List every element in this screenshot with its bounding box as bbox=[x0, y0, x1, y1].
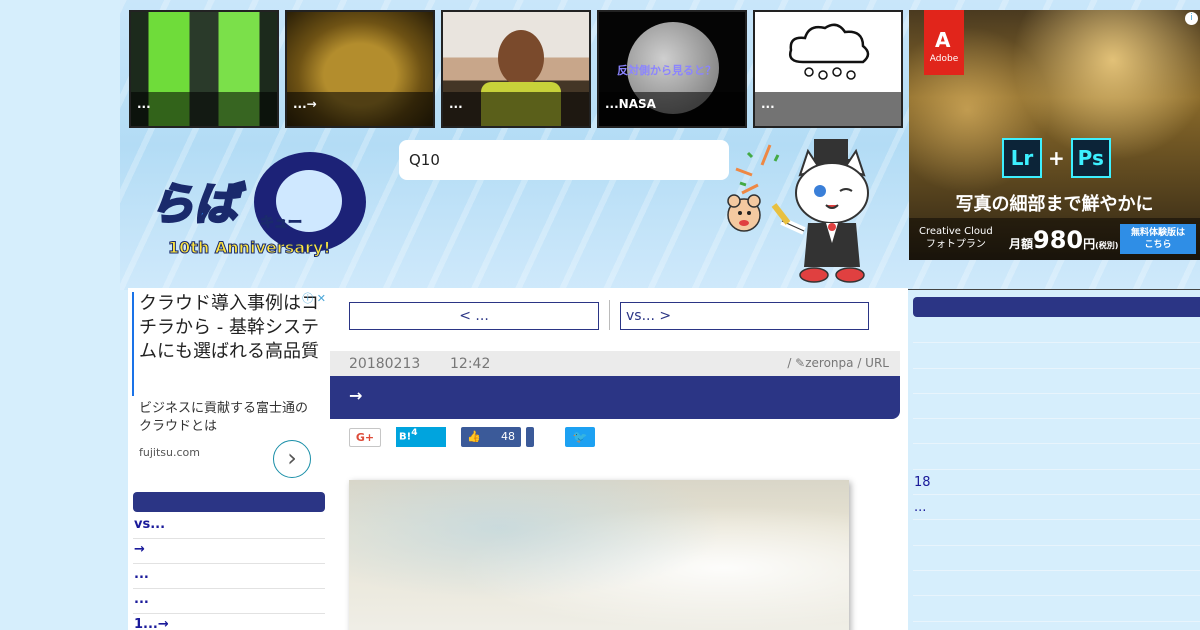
thumbnail-strip: ... ...→ ... 反対側から見ると？ ...NASA ... bbox=[129, 10, 903, 128]
article-title: → bbox=[330, 376, 900, 419]
thumbnail-4[interactable]: 反対側から見ると？ ...NASA bbox=[597, 10, 747, 128]
thumbnail-2[interactable]: ...→ bbox=[285, 10, 435, 128]
thumbnail-overlay-text: 反対側から見ると？ bbox=[617, 64, 716, 77]
sidebar-item[interactable]: 1...→ bbox=[133, 614, 325, 630]
thumbnail-caption: ...NASA bbox=[599, 92, 745, 126]
thumbnail-figure bbox=[498, 30, 544, 86]
prev-article-link[interactable]: < ... bbox=[349, 302, 599, 330]
article-date: 20180213 bbox=[349, 356, 421, 372]
twitter-share-button[interactable]: 🐦 bbox=[565, 427, 595, 447]
plus-icon: + bbox=[1048, 146, 1065, 170]
ad-accent-bar bbox=[132, 292, 134, 396]
right-sidebar-item[interactable] bbox=[913, 596, 1200, 622]
logo-q-mark bbox=[254, 152, 366, 252]
article: < ... vs... > 20180213 12:42 / ✎zeronpa … bbox=[330, 288, 908, 630]
article-author[interactable]: / ✎zeronpa / URL bbox=[787, 356, 889, 370]
logo-kyu-text: キュー bbox=[260, 215, 303, 232]
sidebar-item[interactable]: ... bbox=[133, 589, 325, 614]
left-sidebar-nav: vs... → ... ... 1...→ bbox=[128, 488, 330, 630]
price-value: 980 bbox=[1033, 226, 1084, 254]
chevron-right-icon[interactable]: › bbox=[273, 440, 311, 478]
thumbnail-caption: ... bbox=[131, 92, 277, 126]
right-sidebar-item[interactable] bbox=[913, 369, 1200, 394]
right-sidebar-header bbox=[913, 297, 1200, 317]
next-article-link[interactable]: vs... > bbox=[620, 302, 869, 330]
adobe-logo: A Adobe bbox=[924, 10, 964, 75]
ad-plan-name: Creative Cloud フォトプラン bbox=[919, 226, 993, 250]
ad-catchphrase: 写真の細部まで鮮やかに bbox=[955, 194, 1154, 215]
thumbnail-3[interactable]: ... bbox=[441, 10, 591, 128]
right-sidebar-item[interactable] bbox=[913, 394, 1200, 420]
mascot-cat-illustration bbox=[727, 139, 869, 283]
right-sidebar-item[interactable] bbox=[913, 343, 1200, 369]
thumbnail-caption: ...→ bbox=[287, 92, 433, 126]
site-logo[interactable]: らば キュー 10th Anniversary! bbox=[149, 150, 370, 270]
cloud-icon bbox=[789, 23, 870, 80]
ad-price: 月額980円(税別) bbox=[1009, 226, 1118, 254]
right-sidebar-item[interactable] bbox=[913, 419, 1200, 445]
gplus-share-button[interactable]: G+ bbox=[349, 427, 381, 447]
ad-bottom-bar: Creative Cloud フォトプラン 月額980円(税別) 無料体験版は … bbox=[909, 218, 1200, 260]
logo-main-text: らば bbox=[149, 178, 240, 232]
facebook-like-button[interactable]: 👍 48 bbox=[461, 427, 521, 447]
product-icons: Lr + Ps bbox=[1002, 138, 1111, 178]
sidebar-item[interactable]: → bbox=[133, 539, 325, 564]
facebook-like-count: 48 bbox=[501, 430, 515, 443]
thumbnail-caption: ... bbox=[755, 92, 901, 126]
ad-title[interactable]: クラウド導入事例はコチラから - 基幹システムにも選ばれる高品質 bbox=[139, 292, 319, 364]
right-sidebar-item[interactable] bbox=[913, 571, 1200, 597]
trial-button[interactable]: 無料体験版は こちら bbox=[1120, 224, 1196, 254]
right-sidebar: 18 ... bbox=[909, 290, 1200, 630]
logo-anniversary-text: 10th Anniversary! bbox=[168, 238, 332, 258]
nav-divider bbox=[609, 300, 610, 330]
thumbnail-5[interactable]: ... bbox=[753, 10, 903, 128]
right-sidebar-item[interactable]: 18 bbox=[913, 470, 1200, 496]
sidebar-header bbox=[133, 492, 325, 512]
right-banner-ad[interactable]: A Adobe i Lr + Ps 写真の細部まで鮮やかに Creative C… bbox=[909, 10, 1200, 260]
adobe-brand-text: Adobe bbox=[929, 54, 959, 64]
sidebar-item[interactable]: vs... bbox=[133, 514, 325, 539]
close-icon[interactable]: ✕ bbox=[317, 292, 326, 305]
photoshop-icon: Ps bbox=[1070, 138, 1111, 178]
right-sidebar-item[interactable]: ... bbox=[913, 495, 1200, 521]
ad-description: ビジネスに貢献する富士通のクラウドとは bbox=[139, 401, 309, 434]
article-time: 12:42 bbox=[450, 356, 491, 372]
ad-domain: fujitsu.com bbox=[139, 446, 200, 459]
thumbnail-caption: ... bbox=[443, 92, 589, 126]
facebook-share-button[interactable] bbox=[526, 427, 534, 447]
lightroom-icon: Lr bbox=[1002, 138, 1042, 178]
left-text-ad[interactable]: クラウド導入事例はコチラから - 基幹システムにも選ばれる高品質 ビジネスに貢献… bbox=[128, 288, 330, 488]
thumbnail-1[interactable]: ... bbox=[129, 10, 279, 128]
article-meta: 20180213 12:42 / ✎zeronpa / URL bbox=[330, 351, 900, 377]
price-suffix: 円 bbox=[1083, 237, 1096, 251]
info-icon[interactable]: ⓘ bbox=[302, 292, 313, 305]
hatena-icon: B! bbox=[399, 431, 412, 443]
right-sidebar-item[interactable] bbox=[913, 520, 1200, 546]
thumbs-up-icon: 👍 bbox=[467, 430, 481, 443]
right-sidebar-item[interactable] bbox=[913, 546, 1200, 571]
ad-info-close-icons[interactable]: ⓘ ✕ bbox=[302, 290, 326, 306]
twitter-bird-icon: 🐦 bbox=[572, 430, 588, 444]
adobe-a-icon: A bbox=[935, 28, 951, 52]
price-prefix: 月額 bbox=[1009, 237, 1034, 251]
ad-info-icon[interactable]: i bbox=[1185, 12, 1198, 25]
right-sidebar-item[interactable] bbox=[913, 444, 1200, 470]
share-buttons: G+ B!4 👍 48 🐦 bbox=[349, 427, 595, 447]
search-input[interactable] bbox=[399, 140, 729, 180]
hatena-bookmark-button[interactable]: B!4 bbox=[396, 427, 446, 447]
hatena-count: 4 bbox=[411, 428, 418, 438]
price-note: (税別) bbox=[1095, 241, 1119, 250]
article-photo bbox=[349, 480, 849, 630]
sidebar-item[interactable]: ... bbox=[133, 564, 325, 589]
right-sidebar-item[interactable] bbox=[913, 318, 1200, 344]
